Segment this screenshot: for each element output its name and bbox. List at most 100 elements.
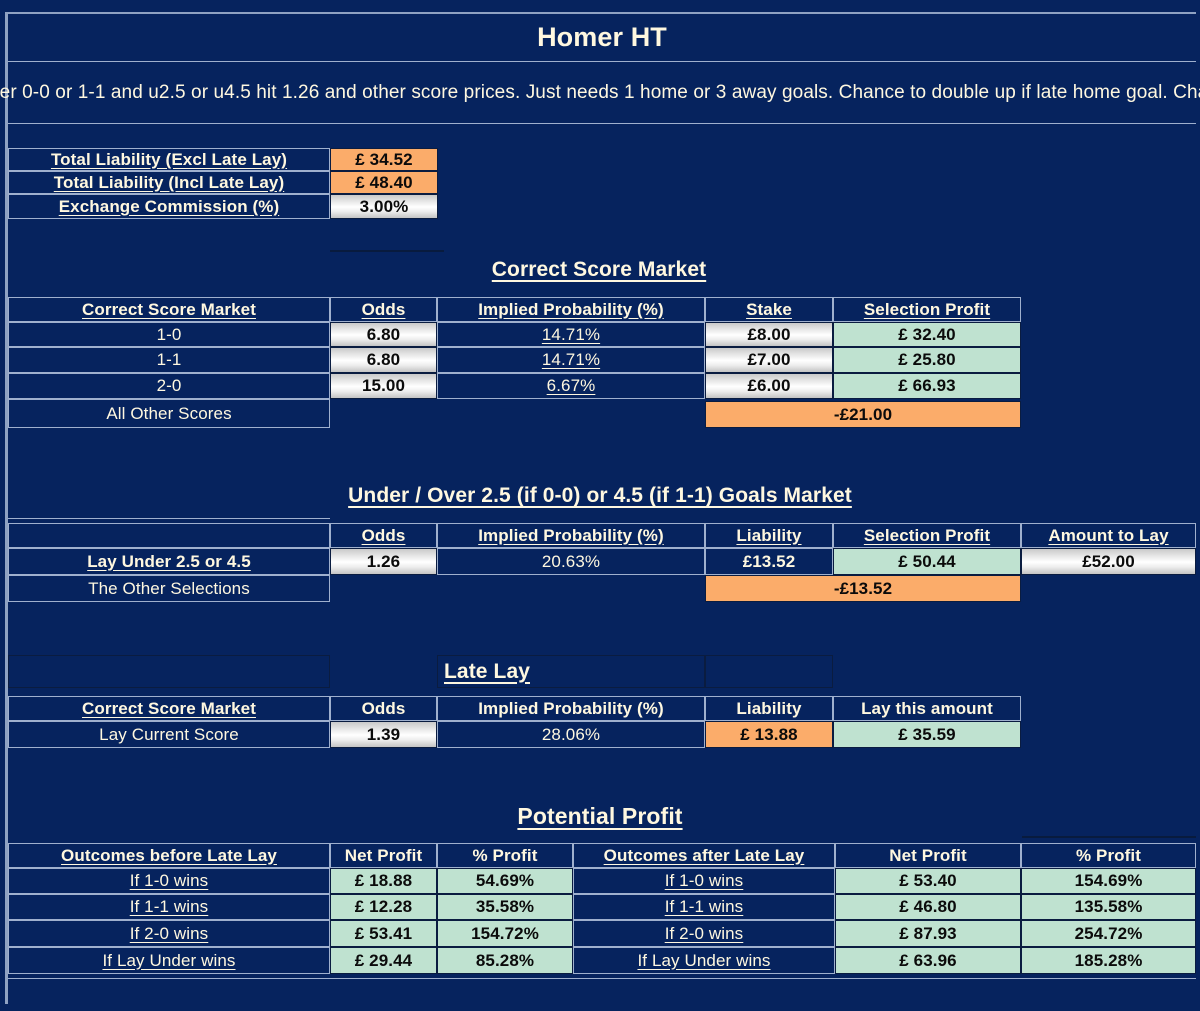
cell-text: If 1-1 wins [129,897,209,916]
cell-text: 6.80 [366,350,401,369]
pp-row-net-before: £ 29.44 [330,947,437,974]
decorative-rule-bottom [1022,836,1196,838]
pp-row-before: If 1-1 wins [8,894,330,920]
total-liability-excl-label: Total Liability (Excl Late Lay) [8,148,330,171]
cell-text: 14.71% [541,324,601,344]
cell-text: 35.58% [475,897,535,916]
cell-text: £ 18.88 [354,871,413,890]
pp-row-pct-after: 135.58% [1021,894,1196,920]
cell-text: The Other Selections [88,578,250,598]
cell-text: 154.72% [471,923,539,943]
column-header: Correct Score Market [82,698,256,718]
pp-header-pct-before: % Profit [437,843,573,868]
cell-text: £ 35.59 [898,724,956,744]
cell-text: £ 13.88 [740,724,798,744]
cell-text: Lay Current Score [99,724,239,744]
gm-row-implied: 20.63% [437,548,705,575]
pp-header-pct-after: % Profit [1021,843,1196,868]
exchange-commission-label: Exchange Commission (%) [8,194,330,219]
summary-label: Total Liability (Excl Late Lay) [50,149,288,169]
cell-text: -£21.00 [833,404,893,424]
cell-text: 185.28% [1074,950,1143,970]
cell-text: £ 12.28 [354,897,413,916]
gm-row-odds-input[interactable]: 1.26 [330,548,437,575]
cell-text: If Lay Under wins [102,950,236,970]
ll-row-odds-input[interactable]: 1.39 [330,721,437,748]
gm-other-selections-value: -£13.52 [705,575,1021,602]
cell-text: If 2-0 wins [129,923,209,943]
cs-row-stake-input[interactable]: £8.00 [705,322,833,347]
cell-text: All Other Scores [106,403,232,423]
cs-row-stake-input[interactable]: £6.00 [705,373,833,399]
total-liability-excl-value: £ 34.52 [330,148,438,171]
ll-row-implied: 28.06% [437,721,705,748]
cell-text: Lay Under 2.5 or 4.5 [87,551,251,571]
cs-row-odds-input[interactable]: 6.80 [330,347,437,373]
column-header: % Profit [1075,845,1142,865]
pp-row-net-after: £ 87.93 [835,920,1021,947]
cell-text: £ 25.80 [898,350,956,369]
cs-row-profit: £ 25.80 [833,347,1021,373]
ll-header-selection: Correct Score Market [8,696,330,721]
pp-row-pct-before: 154.72% [437,920,573,947]
cell-text: £ 53.41 [354,923,413,943]
potential-profit-section-title: Potential Profit [440,800,760,832]
total-liability-incl-value: £ 48.40 [330,171,438,194]
pp-row-pct-after: 154.69% [1021,868,1196,894]
cell-text: If 1-0 wins [129,871,209,890]
cell-text: If 1-0 wins [664,871,744,890]
pp-row-net-after: £ 46.80 [835,894,1021,920]
cell-text: 6.67% [546,376,596,395]
cell-text: If 2-0 wins [664,923,744,943]
cell-text: £52.00 [1082,551,1135,571]
gm-row-selection: Lay Under 2.5 or 4.5 [8,548,330,575]
late-lay-section-title: Late Lay [437,655,705,688]
cell-text: 254.72% [1074,923,1143,943]
column-header: Correct Score Market [82,299,256,319]
column-header: Outcomes after Late Lay [603,845,805,865]
section-title-text: Potential Profit [517,802,683,829]
gm-row-amount-to-lay: £52.00 [1021,548,1196,575]
cell-text: £6.00 [747,376,791,395]
column-header: Amount to Lay [1048,525,1169,545]
pp-header-net-before: Net Profit [330,843,437,868]
cs-all-other-scores-value: -£21.00 [705,401,1021,428]
gm-row-profit: £ 50.44 [833,548,1021,575]
exchange-commission-input[interactable]: 3.00% [330,194,438,219]
ll-row-selection: Lay Current Score [8,721,330,748]
cell-text: £ 63.96 [899,950,957,970]
cell-text: £ 66.93 [898,376,956,395]
cs-row-stake-input[interactable]: £7.00 [705,347,833,373]
column-header: Stake [746,299,792,319]
column-header: Net Profit [344,845,423,865]
decorative-rule-top [330,250,444,252]
cs-row-implied: 14.71% [437,322,705,347]
summary-value: £ 34.52 [355,149,413,169]
cell-text: £8.00 [747,324,791,344]
pp-row-after: If 1-1 wins [573,894,835,920]
cs-row-odds-input[interactable]: 6.80 [330,322,437,347]
column-header: Liability [736,525,802,545]
page-title-text: Homer HT [537,22,667,52]
column-header: Selection Profit [863,525,991,545]
cell-text: £ 32.40 [898,324,956,344]
gm-header-blank [8,523,330,548]
ll-row-lay-amount: £ 35.59 [833,721,1021,748]
cell-text: £ 29.44 [354,950,413,970]
gm-header-liability: Liability [705,523,833,548]
pp-header-after: Outcomes after Late Lay [573,843,835,868]
cs-header-profit: Selection Profit [833,297,1021,322]
cell-text: 15.00 [361,376,406,395]
cs-row-selection: 1-0 [8,322,330,347]
section-title-text: Under / Over 2.5 (if 0-0) or 4.5 (if 1-1… [348,484,852,507]
gm-header-profit: Selection Profit [833,523,1021,548]
cs-row-implied: 6.67% [437,373,705,399]
column-header: Selection Profit [863,299,991,319]
pp-row-net-before: £ 12.28 [330,894,437,920]
pp-row-before: If Lay Under wins [8,947,330,974]
column-header: Odds [361,698,406,718]
cs-row-odds-input[interactable]: 15.00 [330,373,437,399]
column-header: Implied Probability (%) [478,698,664,718]
column-header: Implied Probability (%) [478,299,664,319]
cell-text: If 1-1 wins [664,897,744,916]
